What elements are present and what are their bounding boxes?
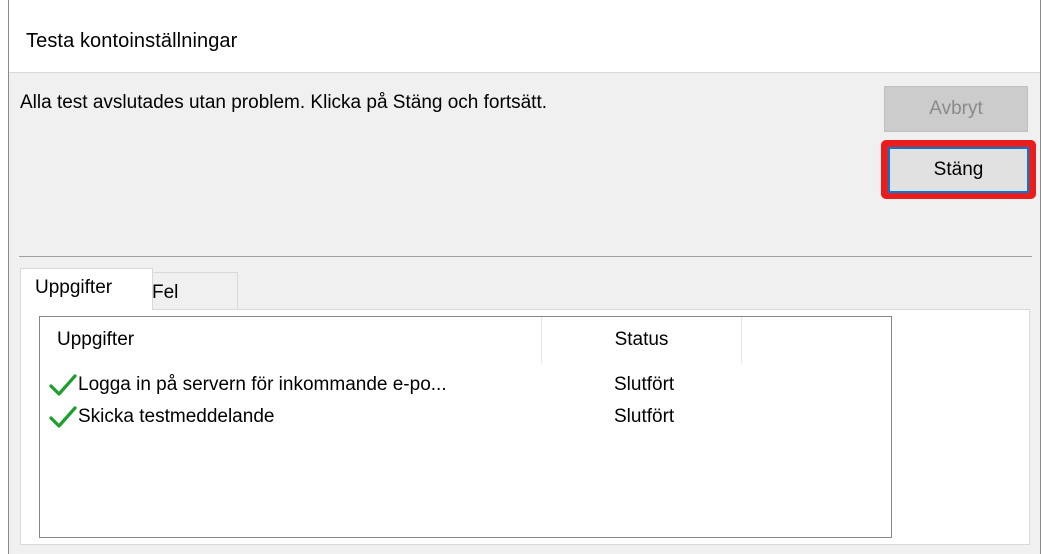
checkmark-icon: [49, 374, 77, 396]
tab-errors[interactable]: Fel: [152, 272, 238, 310]
task-name: Skicka testmeddelande: [78, 406, 275, 427]
column-header-status[interactable]: Status: [542, 317, 742, 363]
divider: [19, 256, 1032, 257]
cancel-button[interactable]: Avbryt: [884, 86, 1028, 132]
task-status: Slutfört: [614, 374, 675, 395]
column-header-status-label: Status: [614, 329, 669, 350]
table-row[interactable]: Logga in på servern för inkommande e-po.…: [40, 369, 891, 401]
checkmark-icon: [49, 406, 77, 428]
table-row[interactable]: Skicka testmeddelande Slutfört: [40, 401, 891, 433]
tab-errors-label: Fel: [152, 282, 179, 303]
task-status: Slutfört: [614, 406, 675, 427]
test-account-settings-dialog: Testa kontoinställningar Alla test avslu…: [8, 0, 1041, 554]
tasks-panel: Uppgifter Status Logga in på servern för…: [20, 309, 1030, 545]
title-bar: Testa kontoinställningar: [9, 0, 1040, 73]
tab-tasks[interactable]: Uppgifter: [20, 268, 153, 310]
task-name: Logga in på servern för inkommande e-po.…: [78, 374, 447, 395]
column-header-tasks[interactable]: Uppgifter: [40, 317, 542, 363]
status-message: Alla test avslutades utan problem. Klick…: [20, 92, 548, 113]
dialog-title: Testa kontoinställningar: [26, 30, 238, 52]
task-list[interactable]: Uppgifter Status Logga in på servern för…: [39, 316, 892, 538]
close-button[interactable]: Stäng: [888, 147, 1029, 193]
